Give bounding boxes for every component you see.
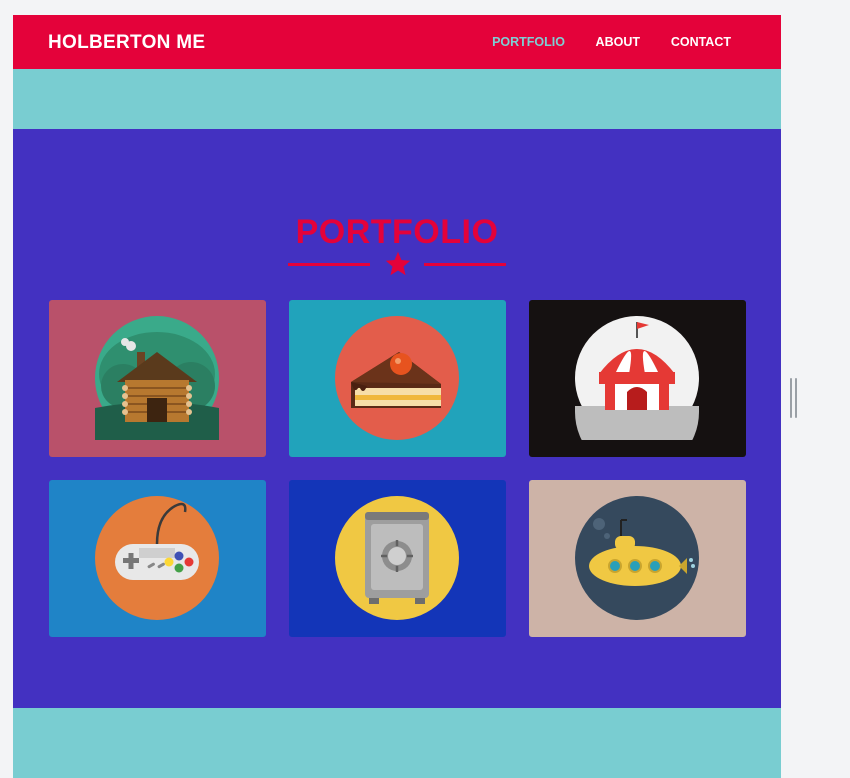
resize-handle-bar (790, 378, 792, 418)
section-title: PORTFOLIO (295, 213, 499, 251)
resize-handle-bar (795, 378, 797, 418)
star-icon (385, 251, 411, 276)
portfolio-card-controller[interactable] (49, 480, 266, 637)
portfolio-card-cake[interactable] (289, 300, 506, 457)
divider-line-right (424, 263, 506, 266)
navbar: HOLBERTON ME PORTFOLIO ABOUT CONTACT (13, 15, 781, 69)
divider-line-left (288, 263, 370, 266)
portfolio-section: PORTFOLIO (13, 129, 781, 708)
title-divider (288, 249, 506, 279)
safe-icon (335, 496, 459, 620)
nav-link-contact[interactable]: CONTACT (671, 35, 731, 49)
cake-icon (335, 316, 459, 440)
portfolio-card-safe[interactable] (289, 480, 506, 637)
resize-handle[interactable] (790, 378, 800, 418)
portfolio-card-submarine[interactable] (529, 480, 746, 637)
top-banner (13, 69, 781, 129)
submarine-icon (575, 496, 699, 620)
game-controller-icon (95, 496, 219, 620)
page: HOLBERTON ME PORTFOLIO ABOUT CONTACT POR… (13, 15, 781, 778)
nav-link-about[interactable]: ABOUT (596, 35, 640, 49)
portfolio-card-circus[interactable] (529, 300, 746, 457)
circus-tent-icon (575, 316, 699, 440)
bottom-banner (13, 708, 781, 778)
nav-link-portfolio[interactable]: PORTFOLIO (492, 35, 565, 49)
portfolio-card-cabin[interactable] (49, 300, 266, 457)
brand-logo[interactable]: HOLBERTON ME (48, 32, 205, 54)
portfolio-grid (49, 300, 746, 637)
cabin-icon (95, 316, 219, 440)
